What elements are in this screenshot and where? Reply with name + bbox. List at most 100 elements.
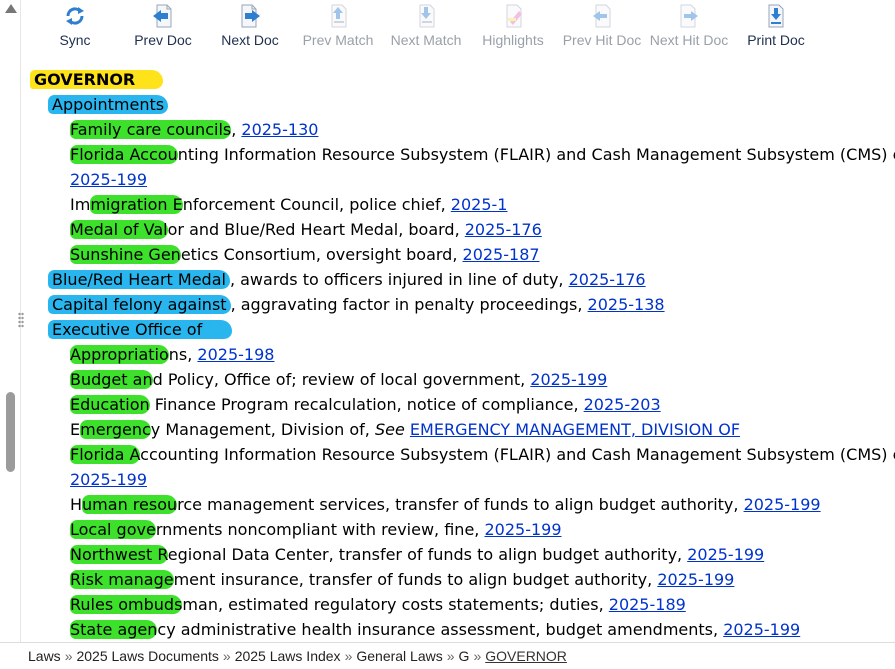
entry-text: GOVERNOR — [30, 70, 164, 89]
index-subentry: Florida Accounting Information Resource … — [70, 442, 895, 467]
highlighted-text: Budget an — [70, 370, 153, 389]
index-subentry: Florida Accounting Information Resource … — [70, 142, 895, 167]
breadcrumb-item-laws-documents[interactable]: 2025 Laws Documents — [76, 648, 218, 664]
entry-text: or and Blue/Red Heart Medal, board, — [167, 220, 465, 239]
vertical-scrollbar[interactable] — [0, 0, 21, 668]
next-doc-icon — [241, 4, 260, 28]
law-link[interactable]: 2025-199 — [744, 495, 821, 514]
prev-hit-doc-button[interactable]: Prev Hit Doc — [561, 0, 643, 50]
breadcrumb-item-laws[interactable]: Laws — [28, 648, 61, 664]
law-link[interactable]: 2025-138 — [588, 295, 665, 314]
highlights-label: Highlights — [482, 32, 544, 48]
breadcrumb-item-laws-index[interactable]: 2025 Laws Index — [235, 648, 341, 664]
index-subentry: Northwest Regional Data Center, transfer… — [70, 542, 764, 567]
next-match-button[interactable]: Next Match — [390, 0, 462, 50]
prev-match-label: Prev Match — [302, 32, 374, 48]
see-also-link[interactable]: EMERGENCY MANAGEMENT, DIVISION OF — [410, 420, 740, 439]
index-subentry: Education Finance Program recalculation,… — [70, 392, 661, 417]
highlighted-text: Rules ombuds — [70, 595, 183, 614]
index-subentry: State agency administrative health insur… — [70, 617, 800, 641]
highlighter-icon — [506, 4, 522, 28]
print-doc-label: Print Doc — [747, 32, 805, 48]
law-link[interactable]: 2025-199 — [70, 170, 147, 189]
entry-text: rnments noncompliant with review, fine, — [155, 520, 485, 539]
highlighted-text: Sunshine Gen — [70, 245, 181, 264]
highlighted-text: uman resou — [82, 495, 178, 514]
prev-hit-doc-label: Prev Hit Doc — [562, 32, 642, 48]
law-link[interactable]: 2025-198 — [197, 345, 274, 364]
index-entry-blue-red-heart-medal: Blue/Red Heart Medal, awards to officers… — [48, 267, 646, 292]
next-match-icon — [419, 4, 435, 28]
entry-text: Im — [70, 195, 91, 214]
prev-hit-doc-icon — [593, 4, 611, 28]
highlighted-text: Family care councils — [70, 120, 232, 139]
highlighted-text: Education — [70, 395, 150, 414]
highlighted-text: mergenc — [80, 420, 151, 439]
entry-text: egional Data Center, transfer of funds t… — [167, 545, 688, 564]
law-link[interactable]: 2025-176 — [569, 270, 646, 289]
highlighted-text: Medal of Val — [70, 220, 168, 239]
index-subentry: Budget and Policy, Office of; review of … — [70, 367, 607, 392]
scrollbar-thumb[interactable] — [6, 392, 15, 472]
highlighted-text: Capital felony against — [48, 295, 231, 314]
print-doc-icon — [768, 4, 784, 28]
law-link[interactable]: 2025-199 — [723, 620, 800, 639]
index-heading: GOVERNOR — [30, 67, 164, 92]
entry-text: H — [70, 495, 83, 514]
prev-doc-label: Prev Doc — [134, 32, 192, 48]
highlighted-text: Northwest R — [70, 545, 168, 564]
law-link[interactable]: 2025-199 — [657, 570, 734, 589]
entry-text: cy administrative health insurance asses… — [157, 620, 724, 639]
sync-icon — [66, 7, 84, 25]
entry-text: , aggravating factor in penalty proceedi… — [230, 295, 588, 314]
next-hit-doc-label: Next Hit Doc — [649, 32, 729, 48]
entry-text: ns, — [168, 345, 198, 364]
document-toolbar: Sync Prev Doc Next Doc Prev Match Next M… — [40, 0, 895, 50]
law-link[interactable]: 2025-187 — [463, 245, 540, 264]
breadcrumb-item-g[interactable]: G — [459, 648, 470, 664]
breadcrumb-item-general-laws[interactable]: General Laws — [356, 648, 442, 664]
index-entry-executive-office: Executive Office of — [48, 317, 233, 342]
next-match-label: Next Match — [390, 32, 462, 48]
entry-text: , — [231, 120, 242, 139]
entry-text: etics Consortium, oversight board, — [180, 245, 463, 264]
law-link[interactable]: 2025-199 — [484, 520, 561, 539]
breadcrumb: Laws» 2025 Laws Documents» 2025 Laws Index… — [0, 642, 895, 669]
index-subentry: Medal of Valor and Blue/Red Heart Medal,… — [70, 217, 542, 242]
sync-label: Sync — [59, 32, 91, 48]
index-subentry: Rules ombudsman, estimated regulatory co… — [70, 592, 686, 617]
sync-button[interactable]: Sync — [53, 0, 97, 50]
index-subentry: Human resource management services, tran… — [70, 492, 821, 517]
law-link[interactable]: 2025-130 — [241, 120, 318, 139]
prev-match-icon — [331, 4, 347, 28]
law-link[interactable]: 2025-199 — [530, 370, 607, 389]
law-link[interactable]: 2025-176 — [465, 220, 542, 239]
index-subentry: Emergency Management, Division of, See E… — [70, 417, 740, 442]
law-link[interactable]: 2025-199 — [70, 470, 147, 489]
law-link[interactable]: 2025-199 — [687, 545, 764, 564]
highlighted-text: State agen — [70, 620, 158, 639]
highlights-button[interactable]: Highlights — [481, 0, 545, 50]
law-link[interactable]: 2025-189 — [609, 595, 686, 614]
highlighted-text: Blue/Red Heart Medal — [48, 270, 230, 289]
entry-text: rce management services, transfer of fun… — [177, 495, 744, 514]
index-subentry: Appropriations, 2025-198 — [70, 342, 274, 367]
highlighted-text: Appointments — [48, 95, 169, 114]
highlighted-text: migration E — [90, 195, 183, 214]
pane-resize-grip-icon[interactable] — [18, 312, 24, 328]
law-link[interactable]: 2025-203 — [584, 395, 661, 414]
prev-doc-icon — [153, 4, 172, 28]
breadcrumb-separator: » — [473, 648, 482, 664]
next-hit-doc-button[interactable]: Next Hit Doc — [648, 0, 730, 50]
entry-text: See — [374, 420, 405, 439]
print-doc-button[interactable]: Print Doc — [744, 0, 808, 50]
entry-text: y Management, Division of, — [150, 420, 375, 439]
highlighted-text: Local gove — [70, 520, 156, 539]
prev-match-button[interactable]: Prev Match — [302, 0, 374, 50]
prev-doc-button[interactable]: Prev Doc — [132, 0, 194, 50]
breadcrumb-current[interactable]: GOVERNOR — [485, 648, 567, 664]
law-link[interactable]: 2025-1 — [451, 195, 508, 214]
next-doc-button[interactable]: Next Doc — [220, 0, 280, 50]
scroll-up-arrow-icon[interactable] — [5, 4, 17, 13]
index-subentry-continuation: 2025-199 — [70, 467, 147, 492]
